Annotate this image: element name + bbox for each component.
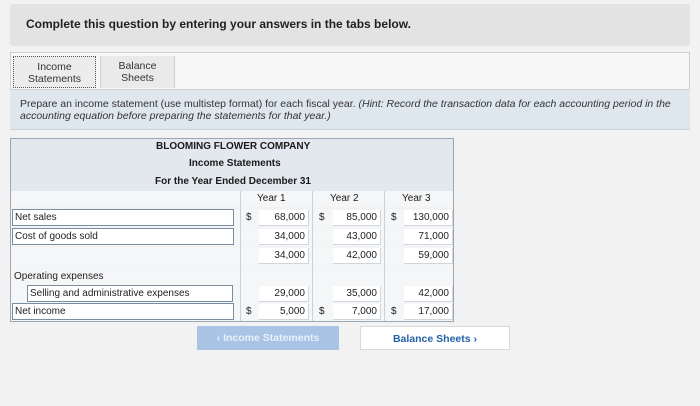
row-label-net-income[interactable]: Net income [12, 303, 234, 320]
tab-label-line2: Sheets [121, 72, 154, 84]
next-button-label: Balance Sheets [392, 333, 471, 345]
chevron-right-icon: › [473, 333, 478, 345]
gross-year-2[interactable]: 42,000 [333, 248, 381, 264]
tab-income-statements[interactable]: Income Statements [13, 56, 96, 88]
cogs-year-2[interactable]: 43,000 [333, 229, 381, 245]
table-row-net-sales: Net sales $ 68,000 $ 85,000 $ 130,000 [11, 209, 453, 227]
gross-year-1[interactable]: 34,000 [259, 248, 309, 264]
tab-label-line1: Income [37, 61, 72, 73]
net-income-year-3[interactable]: 17,000 [404, 304, 453, 320]
question-bar: Complete this question by entering your … [10, 4, 690, 46]
column-divider [384, 191, 385, 321]
year-header-row: Year 1 Year 2 Year 3 [11, 191, 453, 207]
prev-button-label: Income Statements [223, 332, 320, 344]
row-label-opex: Operating expenses [14, 271, 104, 282]
net-income-year-1[interactable]: 5,000 [259, 304, 309, 320]
table-row-cogs: Cost of goods sold 34,000 43,000 71,000 [11, 228, 453, 246]
prev-income-statements-button[interactable]: ‹ Income Statements [197, 326, 339, 350]
question-text: Complete this question by entering your … [26, 17, 411, 31]
instructions-text: Prepare an income statement (use multist… [20, 98, 680, 122]
net-sales-year-1[interactable]: 68,000 [259, 210, 309, 226]
sga-year-1[interactable]: 29,000 [259, 286, 309, 302]
statement-period: For the Year Ended December 31 [155, 176, 311, 187]
table-row-sga: Selling and administrative expenses 29,0… [11, 285, 453, 303]
currency-symbol: $ [391, 306, 397, 317]
year-3-header: Year 3 [402, 193, 431, 204]
sga-year-3[interactable]: 42,000 [404, 286, 453, 302]
table-row-gross-profit: 34,000 42,000 59,000 [11, 247, 453, 265]
next-balance-sheets-button[interactable]: Balance Sheets › [360, 326, 510, 350]
tab-bar: Income Statements Balance Sheets [10, 52, 690, 90]
instructions-main: Prepare an income statement (use multist… [20, 98, 356, 110]
column-divider [240, 191, 241, 321]
currency-symbol: $ [246, 212, 252, 223]
currency-symbol: $ [246, 306, 252, 317]
currency-symbol: $ [319, 306, 325, 317]
table-row-net-income: Net income $ 5,000 $ 7,000 $ 17,000 [11, 303, 453, 321]
statement-header: BLOOMING FLOWER COMPANY Income Statement… [11, 139, 453, 191]
currency-symbol: $ [391, 212, 397, 223]
tab-label-line1: Balance [118, 60, 157, 72]
statement-title: Income Statements [189, 158, 281, 169]
company-name: BLOOMING FLOWER COMPANY [156, 141, 311, 152]
sga-year-2[interactable]: 35,000 [333, 286, 381, 302]
gross-year-3[interactable]: 59,000 [404, 248, 453, 264]
net-sales-year-2[interactable]: 85,000 [333, 210, 381, 226]
column-divider [312, 191, 313, 321]
year-1-header: Year 1 [257, 193, 286, 204]
chevron-left-icon: ‹ [216, 332, 221, 344]
instructions-box: Prepare an income statement (use multist… [10, 90, 690, 130]
row-label-net-sales[interactable]: Net sales [12, 209, 234, 226]
row-label-cogs[interactable]: Cost of goods sold [12, 228, 234, 245]
row-label-gross-profit[interactable] [12, 247, 234, 264]
cogs-year-1[interactable]: 34,000 [259, 229, 309, 245]
year-2-header: Year 2 [330, 193, 359, 204]
tab-label-line2: Statements [27, 73, 82, 85]
cogs-year-3[interactable]: 71,000 [404, 229, 453, 245]
net-sales-year-3[interactable]: 130,000 [404, 210, 453, 226]
row-label-sga[interactable]: Selling and administrative expenses [27, 285, 233, 302]
currency-symbol: $ [319, 212, 325, 223]
tab-balance-sheets[interactable]: Balance Sheets [100, 56, 175, 88]
income-statement-table: BLOOMING FLOWER COMPANY Income Statement… [10, 138, 454, 322]
net-income-year-2[interactable]: 7,000 [333, 304, 381, 320]
